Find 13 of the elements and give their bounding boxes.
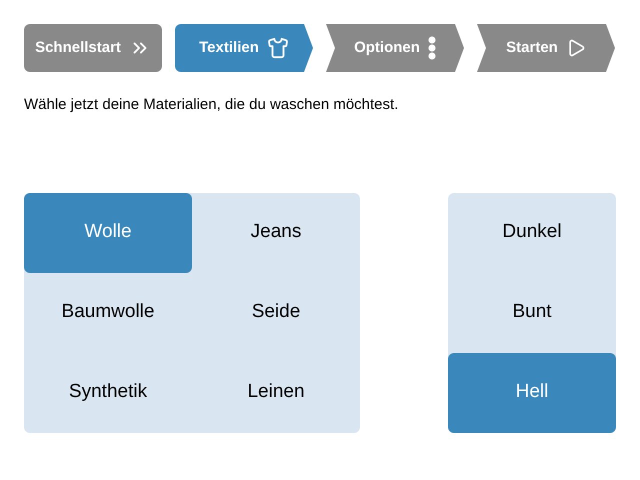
color-option[interactable]: Dunkel bbox=[448, 192, 616, 272]
step-tab[interactable]: Textilien bbox=[175, 24, 313, 72]
shirt-icon bbox=[266, 37, 289, 59]
color-option[interactable]: Hell bbox=[448, 352, 616, 432]
material-option[interactable]: Leinen bbox=[192, 352, 360, 432]
material-option[interactable]: Wolle bbox=[24, 192, 192, 272]
material-option[interactable]: Jeans bbox=[192, 192, 360, 272]
instruction-text: Wähle jetzt deine Materialien, die du waschen möchtest. bbox=[24, 95, 400, 115]
material-option[interactable]: Seide bbox=[192, 272, 360, 352]
vertical-dots-icon bbox=[428, 36, 436, 60]
material-option[interactable]: Baumwolle bbox=[24, 272, 192, 352]
material-option[interactable]: Synthetik bbox=[24, 352, 192, 432]
color-option[interactable]: Bunt bbox=[448, 272, 616, 352]
